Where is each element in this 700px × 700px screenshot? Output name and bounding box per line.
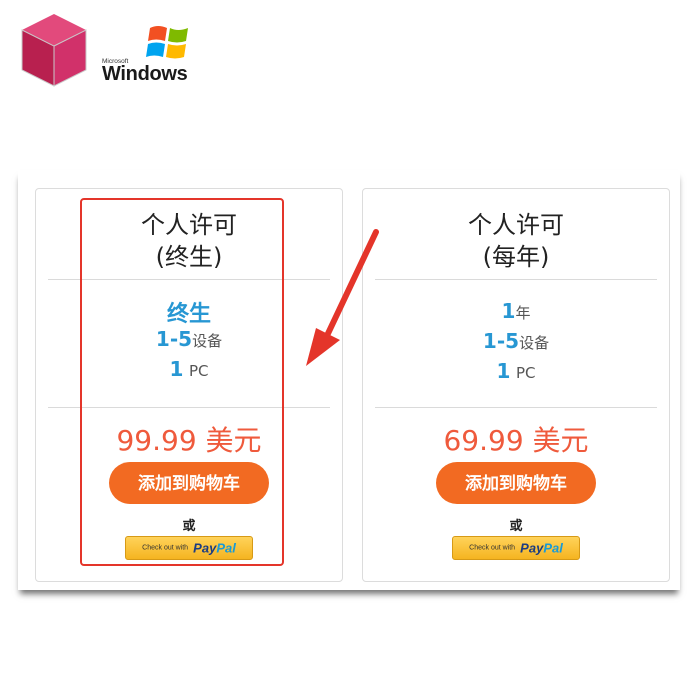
pc-unit: PC <box>515 364 536 382</box>
paypal-small-text: Check out with <box>469 544 516 552</box>
divider <box>375 407 657 408</box>
devices-unit: 设备 <box>519 334 550 352</box>
feature-devices: 1-5设备 <box>363 329 669 353</box>
price: 69.99 美元 <box>443 424 589 457</box>
license-card-annual: 个人许可 (每年) 1年 1-5设备 1 PC 69.99 美元 添加到购物车 … <box>362 188 670 582</box>
pc-number: 1 <box>496 359 511 383</box>
divider <box>375 279 657 280</box>
add-to-cart-button[interactable]: 添加到购物车 <box>436 462 596 504</box>
duration-unit: 年 <box>515 304 531 322</box>
feature-pc: 1 PC <box>363 359 669 383</box>
paypal-checkout-button[interactable]: Check out with PayPal <box>452 536 580 560</box>
paypal-pal-text: Pal <box>543 540 563 556</box>
card-title: 个人许可 (每年) <box>363 209 669 273</box>
product-box-logo <box>21 14 87 87</box>
annotation-arrow-icon <box>306 229 379 366</box>
windows-logo: Microsoft Windows <box>102 22 202 88</box>
duration-number: 1 <box>501 299 516 323</box>
windows-flag-icon <box>146 26 188 59</box>
windows-label: Windows <box>102 63 188 85</box>
highlight-box <box>80 198 284 566</box>
card-title-line2: (每年) <box>482 243 550 271</box>
feature-duration: 1年 <box>363 299 669 323</box>
paypal-pay-text: Pay <box>520 540 544 556</box>
or-label: 或 <box>509 519 523 534</box>
devices-number: 1-5 <box>482 329 520 353</box>
card-title-line1: 个人许可 <box>468 211 564 239</box>
